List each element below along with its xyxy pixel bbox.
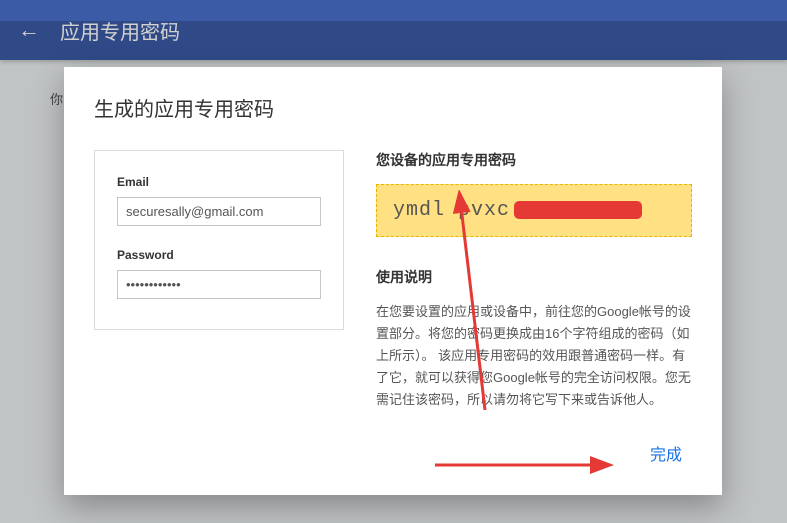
generated-password-box: ymdl pvxc (376, 184, 692, 237)
redacted-block (514, 201, 642, 219)
modal-title: 生成的应用专用密码 (94, 93, 692, 122)
instructions-body: 在您要设置的应用或设备中，前往您的Google帐号的设置部分。将您的密码更换成由… (376, 301, 692, 411)
email-field-group: Email (117, 175, 321, 226)
password-heading: 您设备的应用专用密码 (376, 150, 692, 170)
generated-password-value: ymdl pvxc (393, 199, 510, 222)
instructions-column: 您设备的应用专用密码 ymdl pvxc 使用说明 在您要设置的应用或设备中，前… (376, 150, 692, 411)
instructions-heading: 使用说明 (376, 267, 692, 287)
password-field[interactable] (117, 270, 321, 299)
done-button[interactable]: 完成 (640, 435, 692, 471)
form-preview-column: Email Password (94, 150, 344, 411)
password-label: Password (117, 248, 321, 262)
email-label: Email (117, 175, 321, 189)
email-field[interactable] (117, 197, 321, 226)
login-form-preview: Email Password (94, 150, 344, 330)
password-field-group: Password (117, 248, 321, 299)
app-password-modal: 生成的应用专用密码 Email Password 您设备的应用专用密码 ymdl… (64, 67, 722, 495)
modal-footer: 完成 (94, 435, 692, 471)
modal-body: Email Password 您设备的应用专用密码 ymdl pvxc 使用说明… (94, 150, 692, 411)
